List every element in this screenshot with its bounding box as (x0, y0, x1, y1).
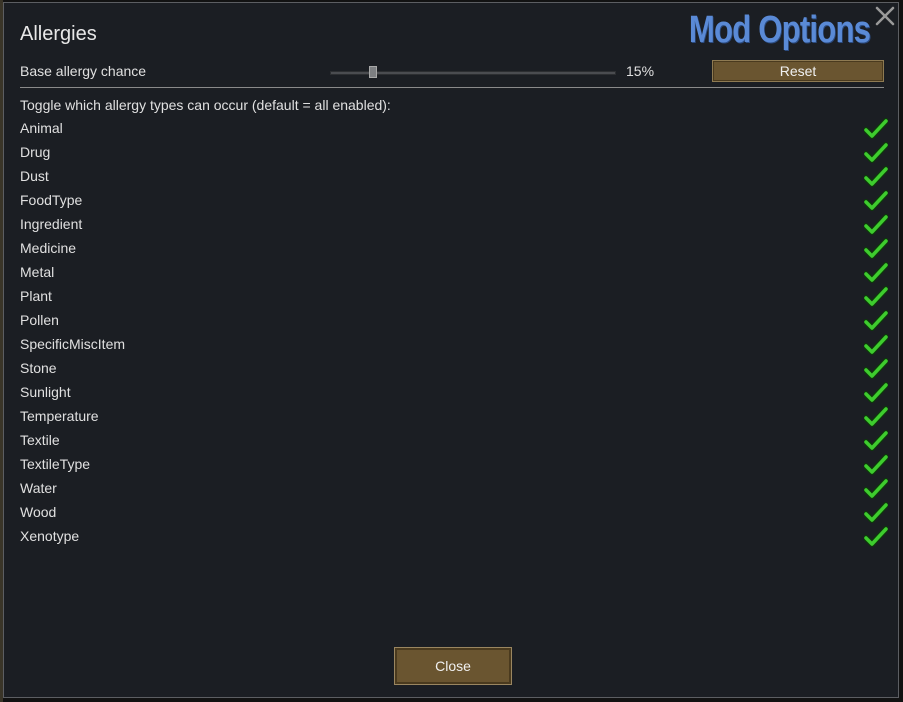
checkmark-icon[interactable] (863, 262, 889, 284)
allergy-type-label: Pollen (20, 312, 59, 328)
divider (20, 87, 884, 88)
allergy-type-label: Xenotype (20, 528, 80, 544)
allergy-type-label: Sunlight (20, 384, 71, 400)
allergy-type-list: Animal Drug Dust FoodType Ingredient Medicine… (20, 116, 889, 548)
allergy-type-label: FoodType (20, 192, 83, 208)
allergy-toggle-row[interactable]: Water (20, 476, 889, 500)
dialog-title: Allergies (20, 23, 97, 45)
allergy-toggle-row[interactable]: Sunlight (20, 380, 889, 404)
checkmark-icon[interactable] (863, 382, 889, 404)
checkmark-icon[interactable] (863, 358, 889, 380)
close-icon[interactable] (872, 3, 898, 29)
allergy-type-label: Water (20, 480, 57, 496)
allergy-type-label: Ingredient (20, 216, 83, 232)
checkmark-icon[interactable] (863, 166, 889, 188)
allergy-type-label: Metal (20, 264, 55, 280)
allergy-type-label: Plant (20, 288, 52, 304)
allergy-type-label: Wood (20, 504, 57, 520)
allergy-type-label: SpecificMiscItem (20, 336, 126, 352)
checkmark-icon[interactable] (863, 502, 889, 524)
checkmark-icon[interactable] (863, 526, 889, 548)
allergy-toggle-row[interactable]: Textile (20, 428, 889, 452)
slider-handle[interactable] (368, 66, 377, 78)
toggle-heading: Toggle which allergy types can occur (de… (20, 97, 391, 113)
checkmark-icon[interactable] (863, 286, 889, 308)
allergy-type-label: Temperature (20, 408, 99, 424)
allergy-toggle-row[interactable]: Ingredient (20, 212, 889, 236)
checkmark-icon[interactable] (863, 406, 889, 428)
allergy-type-label: Drug (20, 144, 51, 160)
allergy-type-label: Medicine (20, 240, 77, 256)
mod-settings-dialog: Allergies Mod Options Base allergy chanc… (3, 2, 899, 698)
allergy-type-label: Textile (20, 432, 60, 448)
checkmark-icon[interactable] (863, 190, 889, 212)
allergy-toggle-row[interactable]: Medicine (20, 236, 889, 260)
base-allergy-chance-value: 15% (626, 63, 655, 79)
allergy-toggle-row[interactable]: Temperature (20, 404, 889, 428)
allergy-type-label: TextileType (20, 456, 91, 472)
allergy-toggle-row[interactable]: TextileType (20, 452, 889, 476)
checkmark-icon[interactable] (863, 478, 889, 500)
reset-button[interactable]: Reset (712, 60, 884, 82)
checkmark-icon[interactable] (863, 310, 889, 332)
allergy-toggle-row[interactable]: Plant (20, 284, 889, 308)
allergy-toggle-row[interactable]: Pollen (20, 308, 889, 332)
allergy-toggle-row[interactable]: Stone (20, 356, 889, 380)
allergy-toggle-row[interactable]: Wood (20, 500, 889, 524)
allergy-toggle-row[interactable]: Drug (20, 140, 889, 164)
checkmark-icon[interactable] (863, 454, 889, 476)
mod-options-logo: Mod Options (688, 9, 871, 51)
allergy-type-label: Stone (20, 360, 57, 376)
allergy-type-label: Animal (20, 120, 63, 136)
checkmark-icon[interactable] (863, 430, 889, 452)
allergy-toggle-row[interactable]: Xenotype (20, 524, 889, 548)
checkmark-icon[interactable] (863, 334, 889, 356)
checkmark-icon[interactable] (863, 118, 889, 140)
allergy-toggle-row[interactable]: Dust (20, 164, 889, 188)
checkmark-icon[interactable] (863, 142, 889, 164)
allergy-toggle-row[interactable]: FoodType (20, 188, 889, 212)
checkmark-icon[interactable] (863, 214, 889, 236)
close-button[interactable]: Close (394, 647, 512, 685)
allergy-type-label: Dust (20, 168, 49, 184)
allergy-toggle-row[interactable]: Metal (20, 260, 889, 284)
checkmark-icon[interactable] (863, 238, 889, 260)
allergy-toggle-row[interactable]: Animal (20, 116, 889, 140)
allergy-toggle-row[interactable]: SpecificMiscItem (20, 332, 889, 356)
base-allergy-chance-label: Base allergy chance (20, 63, 147, 79)
